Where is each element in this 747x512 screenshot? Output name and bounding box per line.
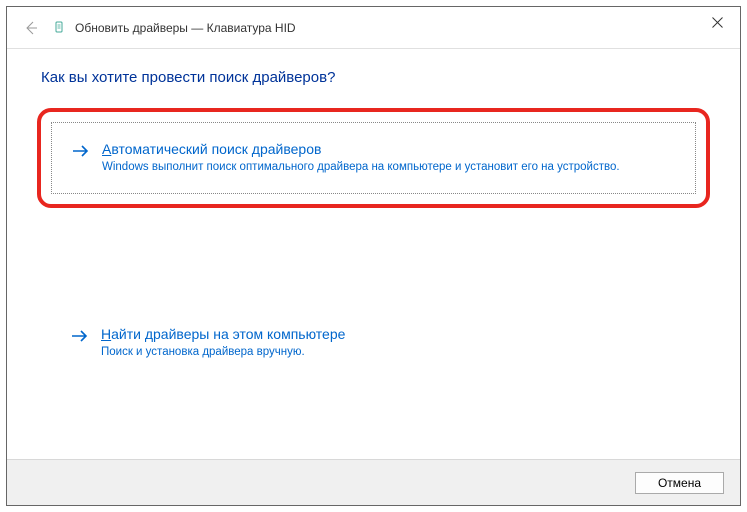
back-button[interactable]	[21, 18, 41, 38]
page-heading: Как вы хотите провести поиск драйверов?	[41, 69, 710, 86]
option-auto-search[interactable]: Автоматический поиск драйверов Windows в…	[51, 122, 696, 194]
back-arrow-icon	[23, 20, 39, 36]
content-area: Как вы хотите провести поиск драйверов? …	[7, 49, 740, 459]
arrow-right-icon	[72, 143, 90, 159]
arrow-right-icon	[71, 328, 89, 344]
footer: Отмена	[7, 459, 740, 505]
device-icon	[51, 20, 67, 36]
option-manual-desc: Поиск и установка драйвера вручную.	[101, 345, 676, 360]
highlight-frame: Автоматический поиск драйверов Windows в…	[37, 108, 710, 208]
option-auto-title: Автоматический поиск драйверов	[102, 141, 675, 157]
update-drivers-dialog: Обновить драйверы — Клавиатура HID Как в…	[6, 6, 741, 506]
close-icon	[712, 17, 723, 28]
cancel-button[interactable]: Отмена	[635, 472, 724, 494]
option-manual-search[interactable]: Найти драйверы на этом компьютере Поиск …	[37, 326, 710, 360]
titlebar: Обновить драйверы — Клавиатура HID	[7, 7, 740, 49]
option-auto-desc: Windows выполнит поиск оптимального драй…	[102, 160, 675, 175]
window-title: Обновить драйверы — Клавиатура HID	[75, 21, 296, 35]
close-button[interactable]	[695, 7, 740, 37]
option-manual-title: Найти драйверы на этом компьютере	[101, 326, 676, 342]
